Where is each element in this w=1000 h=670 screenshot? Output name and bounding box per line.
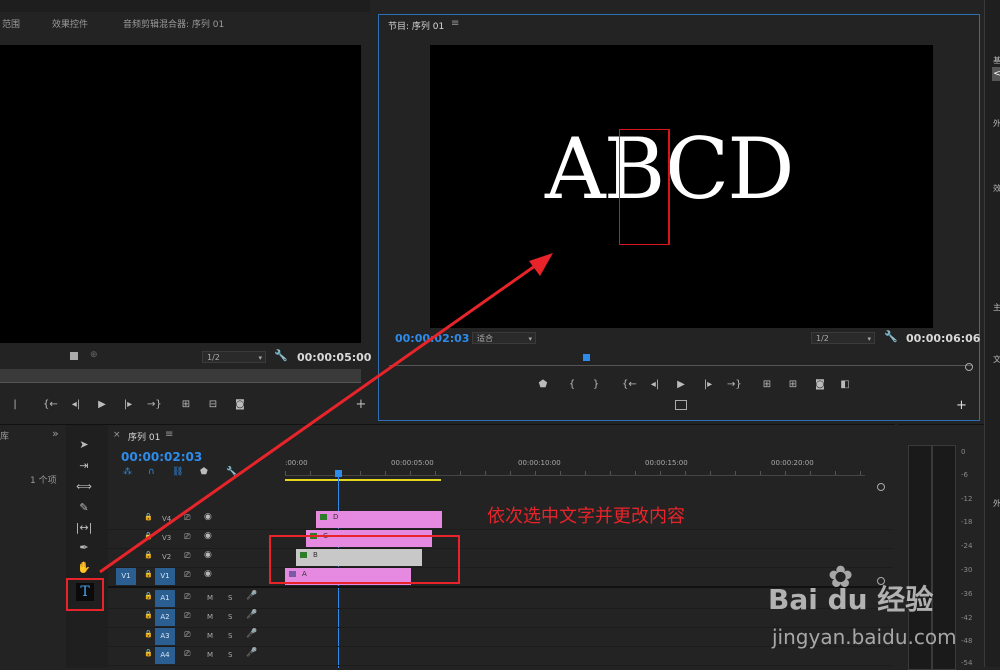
watermark-logo: Bai du 经验 <box>768 583 934 616</box>
baidu-logo: ✿ Bai du 经验 <box>768 560 958 620</box>
watermark-url: jingyan.baidu.com <box>772 625 957 649</box>
